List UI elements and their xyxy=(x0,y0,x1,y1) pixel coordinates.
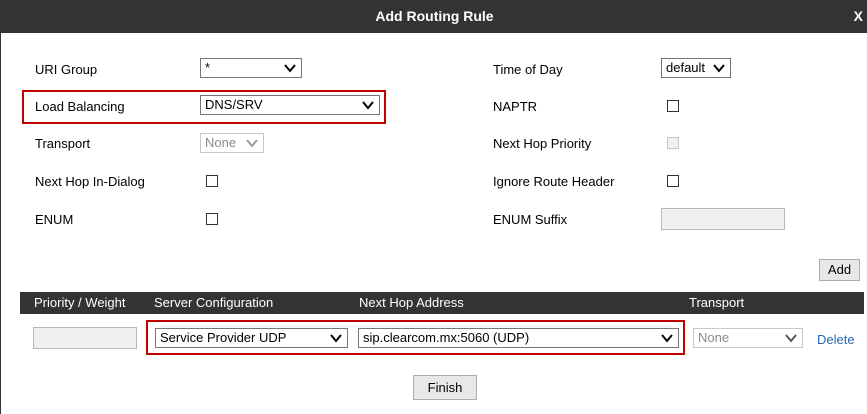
chevron-down-icon xyxy=(246,139,258,148)
header-transport: Transport xyxy=(689,295,745,310)
next-hop-in-dialog-label: Next Hop In-Dialog xyxy=(35,174,145,189)
enum-suffix-input[interactable] xyxy=(661,208,785,230)
header-next-hop-address: Next Hop Address xyxy=(359,295,464,310)
next-hop-address-value: sip.clearcom.mx:5060 (UDP) xyxy=(363,330,530,345)
transport-select[interactable]: None xyxy=(200,133,264,153)
enum-suffix-label: ENUM Suffix xyxy=(493,212,568,227)
close-icon[interactable]: X xyxy=(854,0,863,33)
add-routing-rule-dialog: Add Routing Rule X URI Group * Load Bala… xyxy=(0,0,867,414)
load-balancing-select[interactable]: DNS/SRV xyxy=(200,95,380,115)
load-balancing-label: Load Balancing xyxy=(35,99,125,114)
next-hop-priority-checkbox[interactable] xyxy=(667,137,679,149)
enum-checkbox[interactable] xyxy=(206,213,218,225)
next-hop-address-select[interactable]: sip.clearcom.mx:5060 (UDP) xyxy=(358,328,679,348)
chevron-down-icon xyxy=(713,64,725,73)
chevron-down-icon xyxy=(661,334,673,343)
add-button[interactable]: Add xyxy=(819,259,860,281)
header-priority-weight: Priority / Weight xyxy=(34,295,126,310)
delete-link[interactable]: Delete xyxy=(817,332,855,347)
naptr-checkbox[interactable] xyxy=(667,100,679,112)
load-balancing-value: DNS/SRV xyxy=(205,97,263,112)
header-server-configuration: Server Configuration xyxy=(154,295,274,310)
ignore-route-header-checkbox[interactable] xyxy=(667,175,679,187)
chevron-down-icon xyxy=(362,101,374,110)
ignore-route-header-label: Ignore Route Header xyxy=(493,174,615,189)
priority-weight-input[interactable] xyxy=(33,327,137,349)
time-of-day-select[interactable]: default xyxy=(661,58,731,78)
next-hop-priority-label: Next Hop Priority xyxy=(493,136,592,151)
naptr-label: NAPTR xyxy=(493,99,538,114)
dialog-title: Add Routing Rule xyxy=(375,8,494,24)
uri-group-select[interactable]: * xyxy=(200,58,302,78)
transport-label: Transport xyxy=(35,136,91,151)
time-of-day-value: default xyxy=(666,60,706,75)
row-transport-select[interactable]: None xyxy=(693,328,803,348)
next-hop-table-header: Priority / Weight Server Configuration N… xyxy=(20,292,864,314)
finish-button[interactable]: Finish xyxy=(413,375,477,400)
transport-value: None xyxy=(205,135,237,150)
chevron-down-icon xyxy=(284,64,296,73)
server-configuration-value: Service Provider UDP xyxy=(160,330,287,345)
chevron-down-icon xyxy=(785,334,797,343)
uri-group-label: URI Group xyxy=(35,62,98,77)
server-configuration-select[interactable]: Service Provider UDP xyxy=(155,328,348,348)
enum-label: ENUM xyxy=(35,212,74,227)
chevron-down-icon xyxy=(330,334,342,343)
time-of-day-label: Time of Day xyxy=(493,62,563,77)
uri-group-value: * xyxy=(205,60,211,75)
row-transport-value: None xyxy=(698,330,730,345)
next-hop-in-dialog-checkbox[interactable] xyxy=(206,175,218,187)
